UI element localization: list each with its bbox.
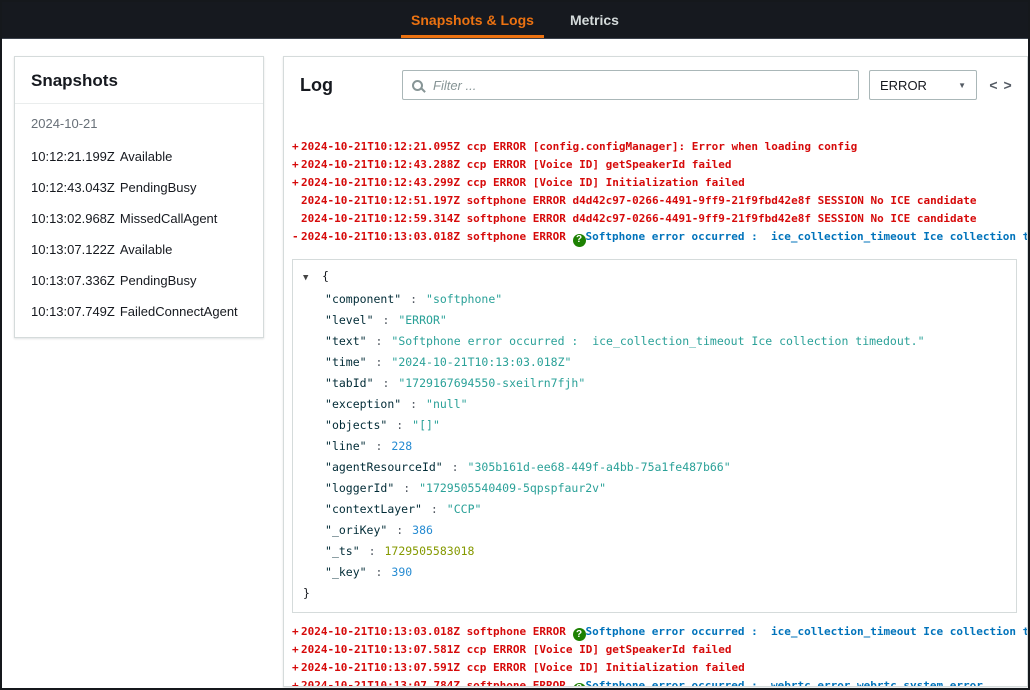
snapshot-state: FailedConnectAgent — [120, 304, 238, 319]
snapshot-time: 10:13:02.968Z — [31, 211, 115, 226]
json-row: level : ERROR — [303, 310, 1006, 331]
log-entry-message: Softphone error occurred : ice_collectio… — [586, 625, 1028, 638]
snapshot-time: 10:12:43.043Z — [31, 180, 115, 195]
json-row: exception : null — [303, 394, 1006, 415]
tab-snapshots-logs[interactable]: Snapshots & Logs — [393, 2, 552, 38]
snapshots-panel: Snapshots 2024-10-21 10:12:21.199Z Availa… — [14, 56, 264, 338]
json-row: loggerId : 1729505540409-5qpspfaur2v — [303, 478, 1006, 499]
log-entry-message: [Voice ID] getSpeakerId failed — [533, 158, 732, 171]
log-entry-meta: 2024-10-21T10:12:21.095Z ccp ERROR — [301, 140, 526, 153]
nav-tabs: Snapshots & Logs Metrics — [393, 2, 637, 38]
close-brace: } — [303, 583, 1006, 604]
top-nav: Snapshots & Logs Metrics — [2, 2, 1028, 39]
log-level-select[interactable]: ERROR ▼ — [869, 70, 977, 100]
log-entry[interactable]: +2024-10-21T10:12:43.299Z ccp ERROR [Voi… — [292, 174, 1019, 192]
log-entry-message: [config.configManager]: Error when loadi… — [533, 140, 858, 153]
log-entry-message: [Voice ID] Initialization failed — [533, 176, 745, 189]
log-entry-meta: 2024-10-21T10:13:03.018Z softphone ERROR — [301, 625, 566, 638]
log-entry[interactable]: +2024-10-21T10:13:07.591Z ccp ERROR [Voi… — [292, 659, 1019, 677]
json-open-line: ▼ { — [303, 266, 1006, 289]
snapshots-title: Snapshots — [15, 57, 263, 104]
log-entry-meta: 2024-10-21T10:12:43.288Z ccp ERROR — [301, 158, 526, 171]
expand-toggle[interactable]: + — [292, 156, 301, 174]
snapshot-item[interactable]: 10:12:43.043Z PendingBusy — [15, 172, 263, 203]
json-row: line : 228 — [303, 436, 1006, 457]
json-row: objects : [] — [303, 415, 1006, 436]
log-entry[interactable]: +2024-10-21T10:13:07.581Z ccp ERROR [Voi… — [292, 641, 1019, 659]
snapshot-time: 10:13:07.336Z — [31, 273, 115, 288]
filter-input-wrapper — [402, 70, 859, 100]
log-entry[interactable]: +2024-10-21T10:12:43.288Z ccp ERROR [Voi… — [292, 156, 1019, 174]
expand-toggle[interactable]: + — [292, 677, 301, 687]
json-row: time : 2024-10-21T10:13:03.018Z — [303, 352, 1006, 373]
help-icon[interactable]: ? — [573, 683, 586, 688]
snapshot-time: 10:12:21.199Z — [31, 149, 115, 164]
snapshot-item[interactable]: 10:13:02.968Z MissedCallAgent — [15, 203, 263, 234]
json-row: tabId : 1729167694550-sxeilrn7fjh — [303, 373, 1006, 394]
snapshot-state: Available — [120, 242, 173, 257]
log-entry[interactable]: -2024-10-21T10:13:03.018Z softphone ERRO… — [292, 228, 1019, 247]
json-row: _oriKey : 386 — [303, 520, 1006, 541]
filter-input[interactable] — [431, 77, 849, 94]
log-entry-meta: 2024-10-21T10:12:43.299Z ccp ERROR — [301, 176, 526, 189]
json-row: component : softphone — [303, 289, 1006, 310]
log-entry-meta: 2024-10-21T10:13:07.784Z softphone ERROR — [301, 679, 566, 687]
log-entry-message: d4d42c97-0266-4491-9ff9-21f9fbd42e8f SES… — [573, 212, 977, 225]
snapshot-state: PendingBusy — [120, 273, 197, 288]
json-row: _ts : 1729505583018 — [303, 541, 1006, 562]
json-row: contextLayer : CCP — [303, 499, 1006, 520]
snapshot-item[interactable]: 10:13:07.122Z Available — [15, 234, 263, 265]
expand-toggle[interactable]: + — [292, 641, 301, 659]
log-entry[interactable]: 2024-10-21T10:12:51.197Z softphone ERROR… — [292, 192, 1019, 210]
log-detail-json: ▼ { component : softphone level : ERROR … — [292, 259, 1017, 613]
snapshot-item[interactable]: 10:13:07.336Z PendingBusy — [15, 265, 263, 296]
log-entry-meta: 2024-10-21T10:12:51.197Z softphone ERROR — [301, 194, 566, 207]
log-entry-message: Softphone error occurred : webrtc_error … — [586, 679, 990, 687]
snapshot-time: 10:13:07.749Z — [31, 304, 115, 319]
log-entry-message: d4d42c97-0266-4491-9ff9-21f9fbd42e8f SES… — [573, 194, 977, 207]
log-entry-message: [Voice ID] Initialization failed — [533, 661, 745, 674]
log-entry-message: Softphone error occurred : ice_collectio… — [586, 230, 1028, 243]
help-icon[interactable]: ? — [573, 234, 586, 247]
content-area: Snapshots 2024-10-21 10:12:21.199Z Availa… — [2, 39, 1028, 688]
app-window: Snapshots & Logs Metrics Snapshots 2024-… — [0, 0, 1030, 690]
log-entry[interactable]: +2024-10-21T10:13:07.784Z softphone ERRO… — [292, 677, 1019, 687]
log-level-value: ERROR — [880, 78, 927, 93]
log-entry-message: [Voice ID] getSpeakerId failed — [533, 643, 732, 656]
log-title: Log — [300, 75, 392, 96]
expand-toggle[interactable]: + — [292, 623, 301, 641]
code-toggle-icon[interactable]: < > — [987, 77, 1015, 93]
log-header: Log ERROR ▼ < > — [284, 57, 1027, 112]
snapshot-state: Available — [120, 149, 173, 164]
log-entry[interactable]: 2024-10-21T10:12:59.314Z softphone ERROR… — [292, 210, 1019, 228]
help-icon[interactable]: ? — [573, 628, 586, 641]
json-row: _key : 390 — [303, 562, 1006, 583]
snapshot-state: MissedCallAgent — [120, 211, 218, 226]
search-icon — [412, 80, 423, 91]
chevron-down-icon: ▼ — [958, 81, 966, 90]
log-entry-meta: 2024-10-21T10:13:07.591Z ccp ERROR — [301, 661, 526, 674]
log-entry-meta: 2024-10-21T10:13:03.018Z softphone ERROR — [301, 230, 566, 243]
collapse-triangle-icon[interactable]: ▼ — [303, 268, 315, 289]
tab-metrics[interactable]: Metrics — [552, 2, 637, 38]
json-row: text : Softphone error occurred : ice_co… — [303, 331, 1006, 352]
log-entry-meta: 2024-10-21T10:13:07.581Z ccp ERROR — [301, 643, 526, 656]
expand-toggle[interactable]: - — [292, 228, 301, 246]
snapshot-list: 10:12:21.199Z Available 10:12:43.043Z Pend… — [15, 137, 263, 327]
log-entry-meta: 2024-10-21T10:12:59.314Z softphone ERROR — [301, 212, 566, 225]
snapshot-time: 10:13:07.122Z — [31, 242, 115, 257]
expand-toggle[interactable]: + — [292, 138, 301, 156]
expand-toggle[interactable]: + — [292, 174, 301, 192]
snapshot-state: PendingBusy — [120, 180, 197, 195]
snapshot-item[interactable]: 10:13:07.749Z FailedConnectAgent — [15, 296, 263, 327]
log-body: +2024-10-21T10:12:21.095Z ccp ERROR [con… — [284, 112, 1027, 687]
log-panel: Log ERROR ▼ < > +2024-10-21T10:12:21.095… — [283, 56, 1028, 687]
json-row: agentResourceId : 305b161d-ee68-449f-a4b… — [303, 457, 1006, 478]
snapshot-item[interactable]: 10:12:21.199Z Available — [15, 141, 263, 172]
expand-toggle[interactable]: + — [292, 659, 301, 677]
log-entry[interactable]: +2024-10-21T10:13:03.018Z softphone ERRO… — [292, 623, 1019, 642]
open-brace: { — [322, 269, 329, 283]
log-entry[interactable]: +2024-10-21T10:12:21.095Z ccp ERROR [con… — [292, 138, 1019, 156]
snapshots-date: 2024-10-21 — [15, 104, 263, 137]
